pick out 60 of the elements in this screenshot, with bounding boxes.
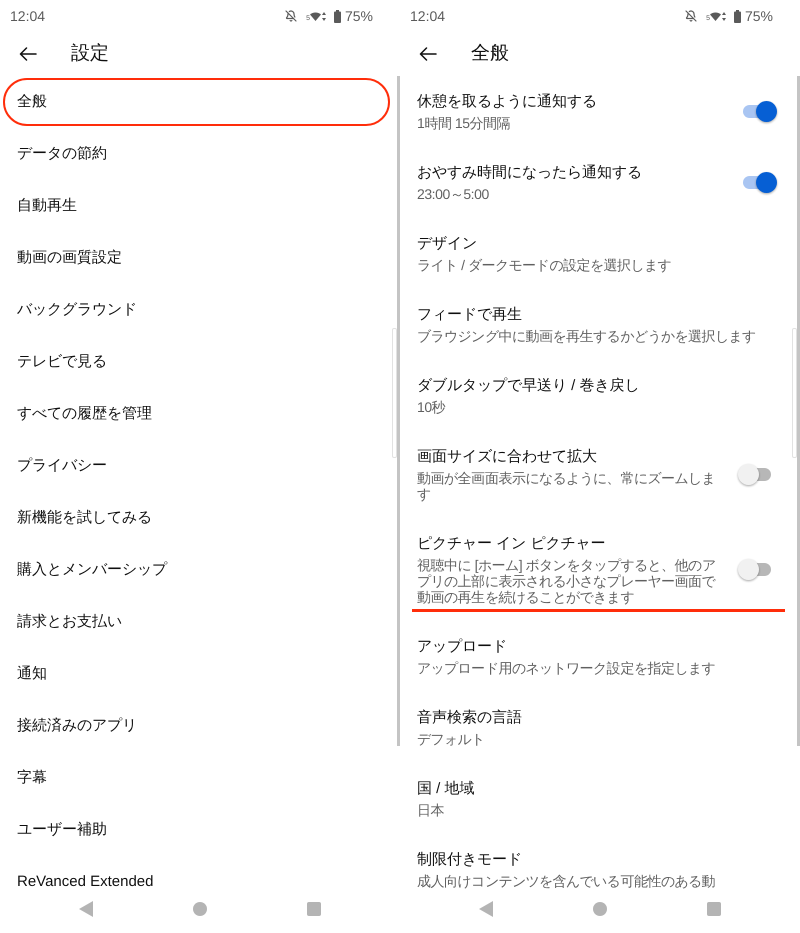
- status-time: 12:04: [410, 8, 446, 24]
- setting-title[interactable]: おやすみ時間になったら通知する: [417, 163, 642, 183]
- menu-item[interactable]: 新機能を試してみる: [0, 492, 391, 544]
- back-nav-icon[interactable]: [479, 901, 493, 917]
- menu-item[interactable]: すべての履歴を管理: [0, 388, 391, 440]
- setting-description: 1時間 15分間隔: [417, 115, 510, 131]
- setting-title[interactable]: ピクチャー イン ピクチャー: [417, 534, 606, 554]
- setting-title[interactable]: フィードで再生: [417, 305, 522, 325]
- setting-title[interactable]: アップロード: [417, 637, 507, 657]
- menu-item[interactable]: 自動再生: [0, 180, 391, 232]
- setting-description: 動画が全画面表示になるように、常にズームします: [417, 470, 716, 502]
- scrollbar-thumb[interactable]: [392, 328, 397, 458]
- menu-item[interactable]: 全般: [0, 76, 391, 128]
- setting-title[interactable]: 制限付きモード: [417, 850, 522, 870]
- setting-description: 視聴中に [ホーム] ボタンをタップすると、他のアプリの上部に表示される小さなプレーヤー画面で動画の再生を続けることができます: [417, 557, 717, 605]
- menu-item[interactable]: バックグラウンド: [0, 284, 391, 336]
- setting-description: 成人向けコンテンツを含んでいる可能性のある動: [417, 873, 716, 889]
- back-arrow-icon: [419, 47, 437, 61]
- screen-title: 全般: [471, 42, 509, 66]
- status-time: 12:04: [10, 8, 46, 24]
- menu-item[interactable]: 接続済みのアプリ: [0, 700, 391, 752]
- menu-item[interactable]: 購入とメンバーシップ: [0, 544, 391, 596]
- recents-nav-icon[interactable]: [307, 902, 321, 916]
- menu-item[interactable]: 動画の画質設定: [0, 232, 391, 284]
- back-nav-icon[interactable]: [79, 901, 93, 917]
- setting-description: 10秒: [417, 399, 446, 415]
- setting-title[interactable]: 国 / 地域: [417, 779, 475, 799]
- bell-off-icon: [285, 10, 298, 22]
- home-nav-icon[interactable]: [193, 902, 207, 916]
- menu-item[interactable]: ReVanced Extended: [0, 856, 391, 893]
- setting-title[interactable]: 音声検索の言語: [417, 708, 522, 728]
- menu-item[interactable]: データの節約: [0, 128, 391, 180]
- setting-title[interactable]: 休憩を取るように通知する: [417, 92, 597, 112]
- battery-icon: [334, 10, 341, 22]
- battery-percent: 75%: [744, 8, 773, 24]
- battery-icon: [734, 10, 741, 22]
- data-arrows-icon: [322, 12, 326, 20]
- setting-title[interactable]: ダブルタップで早送り / 巻き戻し: [417, 376, 640, 396]
- setting-description: 日本: [417, 802, 444, 818]
- menu-item[interactable]: 通知: [0, 648, 391, 700]
- home-nav-icon[interactable]: [593, 902, 607, 916]
- menu-item[interactable]: プライバシー: [0, 440, 391, 492]
- screen-title: 設定: [71, 42, 109, 66]
- recents-nav-icon[interactable]: [707, 902, 721, 916]
- scrollbar-thumb[interactable]: [792, 328, 797, 458]
- setting-description: ブラウジング中に動画を再生するかどうかを選択します: [417, 328, 756, 344]
- setting-description: デフォルト: [417, 731, 485, 747]
- setting-description: アップロード用のネットワーク設定を指定します: [417, 660, 716, 676]
- battery-percent: 75%: [344, 8, 373, 24]
- setting-description: ライト / ダークモードの設定を選択します: [417, 257, 672, 273]
- setting-title[interactable]: デザイン: [417, 234, 477, 254]
- setting-title[interactable]: 画面サイズに合わせて拡大: [417, 447, 597, 467]
- setting-description: 23:00～5:00: [417, 186, 489, 202]
- menu-item[interactable]: ユーザー補助: [0, 804, 391, 856]
- menu-item[interactable]: テレビで見る: [0, 336, 391, 388]
- back-arrow-icon: [19, 47, 37, 61]
- bell-off-icon: [685, 10, 698, 22]
- menu-item[interactable]: 字幕: [0, 752, 391, 804]
- menu-item[interactable]: 請求とお支払い: [0, 596, 391, 648]
- data-arrows-icon: [722, 12, 726, 20]
